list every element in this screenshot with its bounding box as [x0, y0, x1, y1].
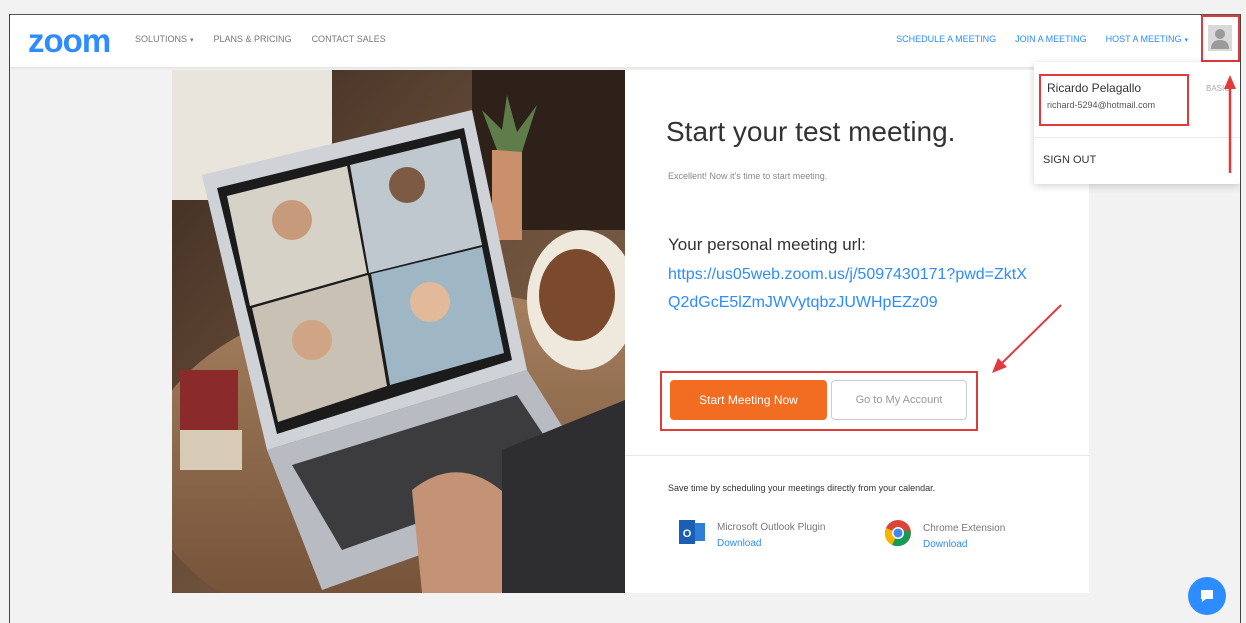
outlook-download-link[interactable]: Download [717, 538, 825, 549]
browser-frame: zoom SOLUTIONS ▾ PLANS & PRICING CONTACT … [9, 14, 1241, 623]
chrome-extension-name: Chrome Extension [923, 523, 1006, 534]
user-email: richard-5294@hotmail.com [1047, 100, 1156, 110]
section-divider [625, 455, 1089, 456]
page-title: Start your test meeting. [666, 116, 956, 147]
outlook-plugin-name: Microsoft Outlook Plugin [717, 522, 826, 533]
chrome-icon [884, 520, 911, 547]
account-dropdown: Ricardo Pelagallo richard-5294@hotmail.c… [1034, 62, 1240, 184]
user-avatar-icon [1208, 25, 1232, 51]
nav-host-meeting[interactable]: HOST A MEETING ▾ [1106, 34, 1188, 44]
nav-schedule-meeting[interactable]: SCHEDULE A MEETING [896, 34, 996, 44]
dropdown-divider [1034, 137, 1240, 138]
nav-contact-sales[interactable]: CONTACT SALES [312, 34, 386, 44]
plan-badge: BASIC [1206, 84, 1231, 93]
go-to-account-button[interactable]: Go to My Account [831, 380, 967, 420]
chevron-down-icon: ▾ [190, 37, 194, 44]
nav-left: SOLUTIONS ▾ PLANS & PRICING CONTACT SALES [135, 34, 386, 44]
nav-right: SCHEDULE A MEETING JOIN A MEETING HOST A… [896, 34, 1188, 44]
chrome-extension-text: Chrome Extension Download [923, 518, 1005, 550]
hero-laptop-image [172, 70, 625, 593]
avatar-button[interactable] [1206, 23, 1234, 53]
test-meeting-panel: Start your test meeting. Excellent! Now … [625, 70, 1089, 593]
hero-illustration [172, 70, 625, 593]
nav-join-meeting[interactable]: JOIN A MEETING [1015, 34, 1087, 44]
nav-solutions[interactable]: SOLUTIONS ▾ [135, 34, 194, 44]
svg-text:O: O [683, 528, 692, 540]
outlook-icon: O [679, 520, 705, 544]
chrome-download-link[interactable]: Download [923, 539, 1005, 550]
calendar-tip: Save time by scheduling your meetings di… [668, 483, 936, 493]
zoom-logo[interactable]: zoom [28, 23, 111, 59]
chrome-extension: Chrome Extension Download [883, 518, 1005, 550]
meeting-url-link[interactable]: https://us05web.zoom.us/j/5097430171?pwd… [668, 261, 1028, 317]
outlook-plugin-text: Microsoft Outlook Plugin Download [717, 517, 825, 549]
chat-support-button[interactable] [1188, 577, 1226, 615]
top-navbar: zoom SOLUTIONS ▾ PLANS & PRICING CONTACT … [10, 15, 1240, 67]
chevron-down-icon: ▾ [1184, 37, 1188, 44]
page-subtitle: Excellent! Now it's time to start meetin… [668, 171, 828, 181]
meeting-url-label: Your personal meeting url: [668, 235, 866, 254]
nav-plans-pricing[interactable]: PLANS & PRICING [214, 34, 292, 44]
user-name: Ricardo Pelagallo [1047, 81, 1142, 95]
chat-icon [1201, 590, 1213, 602]
sign-out-link[interactable]: SIGN OUT [1043, 154, 1096, 166]
profile-link[interactable]: Ricardo Pelagallo richard-5294@hotmail.c… [1039, 74, 1189, 126]
outlook-plugin: O Microsoft Outlook Plugin Download [677, 517, 825, 549]
start-meeting-button[interactable]: Start Meeting Now [670, 380, 827, 420]
